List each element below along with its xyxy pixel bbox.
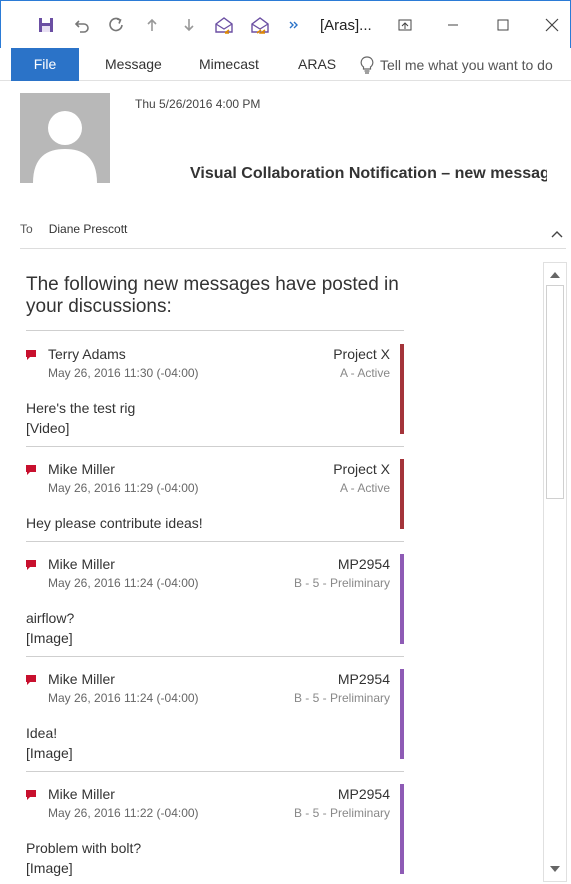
discussion-message[interactable]: Mike Miller May 26, 2016 11:24 (-04:00) …	[26, 554, 404, 657]
intro-text: The following new messages have posted i…	[26, 274, 399, 317]
title-bar: [Aras]...	[0, 0, 571, 48]
scroll-up-icon[interactable]	[546, 266, 564, 284]
save-icon[interactable]	[35, 14, 57, 36]
minimize-icon[interactable]	[438, 11, 468, 39]
message-status: A - Active	[339, 481, 390, 495]
message-author: Mike Miller	[48, 671, 115, 687]
divider	[26, 656, 404, 657]
collapse-header-icon[interactable]	[549, 228, 565, 240]
project-color-bar	[400, 784, 404, 874]
window-title: [Aras]...	[320, 17, 372, 34]
project-color-bar	[400, 554, 404, 644]
message-attachment: [Image]	[26, 745, 73, 761]
discussion-message[interactable]: Mike Miller May 26, 2016 11:24 (-04:00) …	[26, 669, 404, 772]
message-timestamp: May 26, 2016 11:29 (-04:00)	[48, 481, 199, 495]
comment-flag-icon	[26, 560, 36, 570]
close-icon[interactable]	[537, 11, 567, 39]
tell-me-search[interactable]: Tell me what you want to do	[360, 48, 553, 81]
vertical-scrollbar[interactable]	[543, 262, 567, 882]
discussion-message[interactable]: Terry Adams May 26, 2016 11:30 (-04:00) …	[26, 344, 404, 447]
undo-icon[interactable]	[71, 14, 93, 36]
message-status: A - Active	[339, 366, 390, 380]
avatar	[20, 93, 110, 183]
message-project: Project X	[333, 461, 390, 477]
discussion-message[interactable]: Mike Miller May 26, 2016 11:22 (-04:00) …	[26, 784, 404, 884]
message-body: The following new messages have posted i…	[0, 256, 540, 884]
message-timestamp: May 26, 2016 11:22 (-04:00)	[48, 806, 199, 820]
message-status: B - 5 - Preliminary	[293, 691, 390, 705]
reply-envelope-icon[interactable]	[213, 14, 237, 36]
discussion-message[interactable]: Mike Miller May 26, 2016 11:29 (-04:00) …	[26, 459, 404, 542]
message-project: Project X	[333, 346, 390, 362]
recipient-row: To Diane Prescott	[20, 222, 127, 236]
message-author: Terry Adams	[48, 346, 126, 362]
down-arrow-icon[interactable]	[180, 14, 198, 36]
header-divider	[20, 248, 566, 249]
comment-flag-icon	[26, 675, 36, 685]
maximize-icon[interactable]	[488, 11, 518, 39]
message-text: Hey please contribute ideas!	[26, 515, 203, 531]
message-text: airflow?	[26, 610, 75, 626]
tab-message[interactable]: Message	[105, 48, 162, 81]
divider	[26, 771, 404, 772]
scroll-thumb[interactable]	[546, 285, 564, 499]
lightbulb-icon	[360, 55, 374, 74]
more-commands-icon[interactable]	[287, 14, 301, 36]
message-attachment: [Image]	[26, 860, 73, 876]
message-status: B - 5 - Preliminary	[293, 806, 390, 820]
message-subject: Visual Collaboration Notification – new …	[190, 165, 547, 182]
project-color-bar	[400, 344, 404, 434]
message-attachment: [Video]	[26, 420, 70, 436]
message-project: MP2954	[337, 556, 390, 572]
comment-flag-icon	[26, 350, 36, 360]
message-timestamp: May 26, 2016 11:24 (-04:00)	[48, 691, 199, 705]
message-author: Mike Miller	[48, 556, 115, 572]
redo-icon[interactable]	[105, 14, 127, 36]
message-text: Here's the test rig	[26, 400, 136, 416]
tab-aras[interactable]: ARAS	[298, 48, 336, 81]
divider	[26, 446, 404, 447]
reply-all-envelope-icon[interactable]	[247, 14, 273, 36]
project-color-bar	[400, 669, 404, 759]
person-icon	[33, 111, 97, 183]
message-author: Mike Miller	[48, 461, 115, 477]
to-label: To	[20, 222, 33, 236]
tab-mimecast[interactable]: Mimecast	[199, 48, 259, 81]
message-project: MP2954	[337, 671, 390, 687]
scroll-down-icon[interactable]	[546, 860, 564, 878]
divider	[26, 330, 404, 331]
message-timestamp: May 26, 2016 11:24 (-04:00)	[48, 576, 199, 590]
comment-flag-icon	[26, 465, 36, 475]
recipient-name[interactable]: Diane Prescott	[49, 222, 128, 236]
ribbon-tabs: File Message Mimecast ARAS Tell me what …	[0, 48, 571, 81]
message-author: Mike Miller	[48, 786, 115, 802]
project-color-bar	[400, 459, 404, 529]
message-timestamp: May 26, 2016 11:30 (-04:00)	[48, 366, 199, 380]
message-attachment: [Image]	[26, 630, 73, 646]
received-date: Thu 5/26/2016 4:00 PM	[135, 97, 261, 111]
up-arrow-icon[interactable]	[143, 14, 161, 36]
message-text: Problem with bolt?	[26, 840, 142, 856]
ribbon-display-icon[interactable]	[390, 11, 420, 39]
message-status: B - 5 - Preliminary	[293, 576, 390, 590]
comment-flag-icon	[26, 790, 36, 800]
divider	[26, 541, 404, 542]
tell-me-text: Tell me what you want to do	[380, 56, 553, 73]
message-project: MP2954	[337, 786, 390, 802]
message-text: Idea!	[26, 725, 58, 741]
tab-file[interactable]: File	[11, 48, 79, 81]
